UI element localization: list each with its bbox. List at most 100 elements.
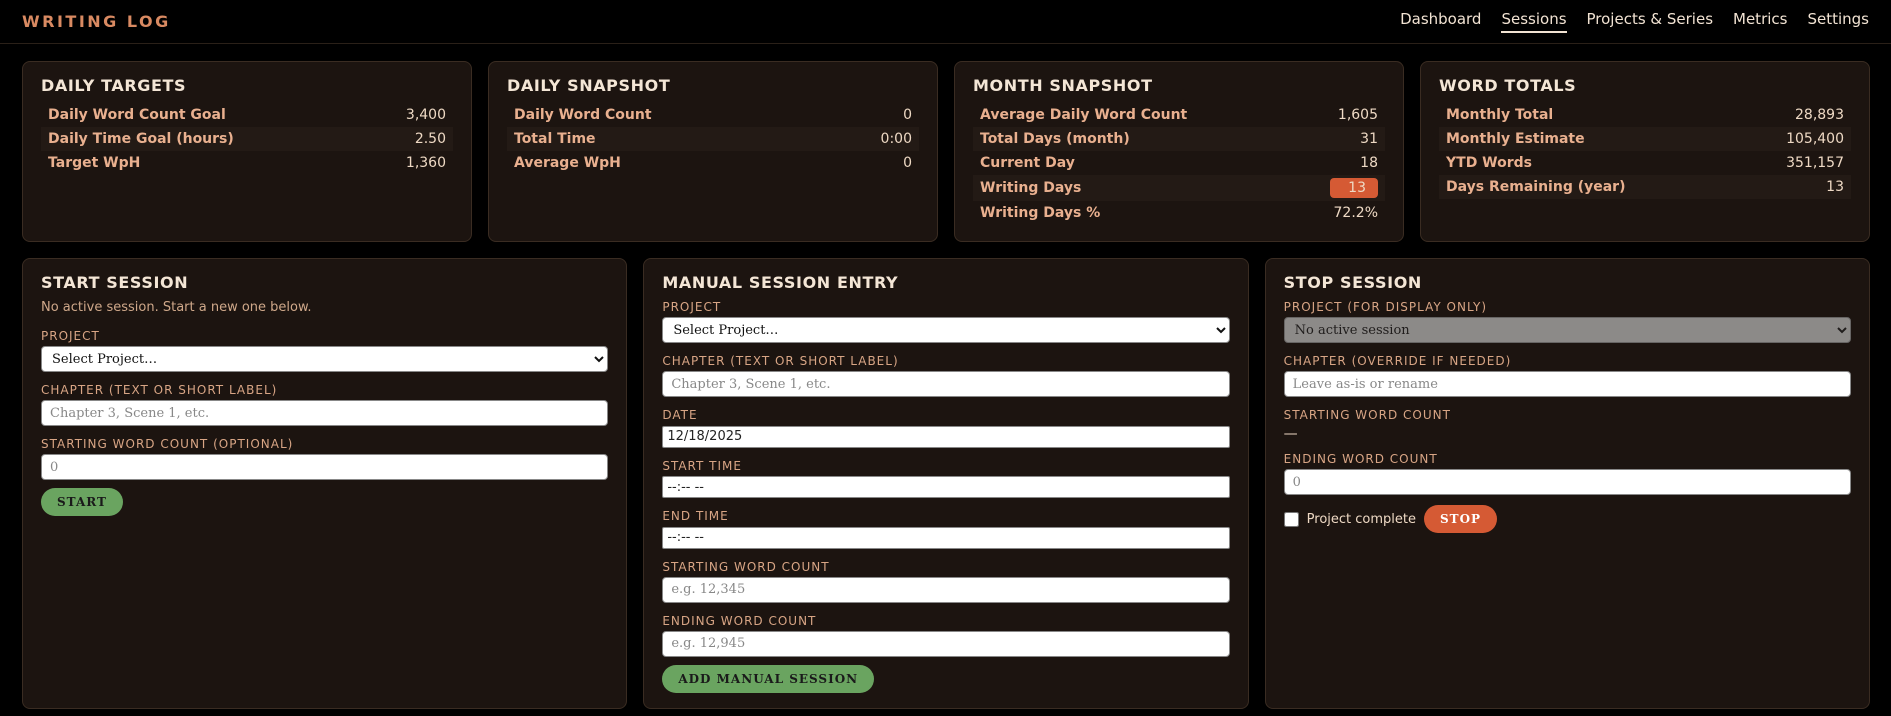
stat-label: Total Days (month) — [980, 131, 1130, 147]
month-snapshot-card: MONTH SNAPSHOT Average Daily Word Count 1… — [954, 61, 1404, 242]
stat-value: 0 — [903, 107, 912, 123]
project-display-label: PROJECT (FOR DISPLAY ONLY) — [1283, 300, 1488, 314]
stat-label: Monthly Total — [1446, 107, 1554, 123]
stat-value: 105,400 — [1786, 131, 1844, 147]
stat-row: Daily Time Goal (hours) 2.50 — [41, 127, 453, 151]
stats-list: Monthly Total 28,893 Monthly Estimate 105,… — [1439, 103, 1851, 199]
chapter-label: CHAPTER (TEXT OR SHORT LABEL) — [662, 354, 899, 368]
project-select[interactable]: Select Project… — [41, 346, 609, 372]
stat-row: Writing Days 13 — [973, 175, 1385, 201]
end-time-input[interactable] — [662, 526, 1230, 549]
stat-label: Current Day — [980, 155, 1075, 171]
stats-list: Daily Word Count Goal 3,400 Daily Time Go… — [41, 103, 453, 175]
starting-word-count-value: — — [1283, 426, 1298, 442]
manual-ending-word-count-input[interactable] — [662, 630, 1230, 657]
stats-list: Daily Word Count 0 Total Time 0:00 Average… — [507, 103, 919, 175]
stat-value: 18 — [1360, 155, 1378, 171]
start-session-card: START SESSION No active session. Start a… — [22, 258, 628, 709]
stat-row: Target WpH 1,360 — [41, 151, 453, 175]
stat-label: Daily Word Count — [514, 107, 652, 123]
stat-value: 351,157 — [1786, 155, 1844, 171]
stats-list: Average Daily Word Count 1,605 Total Days… — [973, 103, 1385, 225]
chapter-label: CHAPTER (TEXT OR SHORT LABEL) — [41, 383, 278, 397]
stat-value: 13 — [1826, 179, 1844, 195]
add-manual-session-button[interactable]: ADD MANUAL SESSION — [662, 664, 875, 693]
stat-row: Total Time 0:00 — [507, 127, 919, 151]
starting-word-count-label: STARTING WORD COUNT — [1283, 408, 1451, 422]
card-title: START SESSION — [41, 273, 189, 292]
project-complete-label: Project complete — [1306, 511, 1416, 527]
card-title: STOP SESSION — [1283, 273, 1422, 292]
stat-label: Writing Days — [980, 180, 1082, 196]
card-title: MANUAL SESSION ENTRY — [662, 273, 899, 292]
start-button[interactable]: START — [41, 488, 123, 516]
stat-row: Monthly Estimate 105,400 — [1439, 127, 1851, 151]
stat-row: Average WpH 0 — [507, 151, 919, 175]
stat-label: YTD Words — [1446, 155, 1533, 171]
start-time-label: START TIME — [662, 458, 742, 473]
sessions-row: START SESSION No active session. Start a… — [22, 258, 1870, 709]
stat-label: Total Time — [514, 131, 596, 147]
stat-label: Days Remaining (year) — [1446, 179, 1626, 195]
start-time-input[interactable] — [662, 476, 1230, 498]
date-input[interactable] — [662, 425, 1230, 448]
project-label: PROJECT — [662, 300, 722, 314]
stat-row: Average Daily Word Count 1,605 — [973, 103, 1385, 127]
stat-value: 3,400 — [405, 107, 446, 123]
daily-snapshot-card: DAILY SNAPSHOT Daily Word Count 0 Total T… — [488, 61, 938, 242]
manual-starting-word-count-input[interactable] — [662, 576, 1230, 603]
chapter-override-label: CHAPTER (OVERRIDE IF NEEDED) — [1283, 354, 1512, 368]
stats-row: DAILY TARGETS Daily Word Count Goal 3,400… — [22, 61, 1870, 242]
daily-targets-card: DAILY TARGETS Daily Word Count Goal 3,400… — [22, 61, 472, 242]
stat-row: Daily Word Count 0 — [507, 103, 919, 127]
manual-session-card: MANUAL SESSION ENTRY PROJECT Select Proj… — [643, 258, 1249, 709]
stat-label: Average WpH — [514, 155, 621, 171]
stop-session-card: STOP SESSION PROJECT (FOR DISPLAY ONLY) … — [1264, 258, 1870, 709]
stat-label: Monthly Estimate — [1446, 131, 1585, 147]
stat-label: Average Daily Word Count — [980, 107, 1188, 123]
stop-project-select: No active session — [1283, 317, 1851, 343]
chapter-input[interactable] — [41, 400, 609, 426]
project-complete-checkbox[interactable] — [1283, 511, 1299, 527]
stop-button[interactable]: STOP — [1424, 505, 1498, 533]
stat-row: Current Day 18 — [973, 151, 1385, 175]
end-time-label: END TIME — [662, 509, 729, 523]
starting-word-count-label: STARTING WORD COUNT (OPTIONAL) — [41, 437, 294, 451]
manual-chapter-input[interactable] — [662, 371, 1230, 397]
stat-value: 2.50 — [414, 131, 446, 147]
stat-value: 28,893 — [1795, 107, 1844, 123]
nav-projects-series[interactable]: Projects & Series — [1587, 10, 1714, 33]
project-complete-row: Project complete STOP — [1283, 505, 1851, 533]
nav-metrics[interactable]: Metrics — [1733, 10, 1787, 33]
nav-settings[interactable]: Settings — [1807, 10, 1869, 33]
ending-word-count-input[interactable] — [1283, 469, 1851, 495]
stat-value: 1,360 — [405, 155, 446, 171]
stat-value: 31 — [1360, 131, 1378, 147]
stat-row: Total Days (month) 31 — [973, 127, 1385, 151]
stat-row: Monthly Total 28,893 — [1439, 103, 1851, 127]
card-title: WORD TOTALS — [1439, 76, 1577, 95]
stat-row: Days Remaining (year) 13 — [1439, 175, 1851, 199]
stat-label: Daily Time Goal (hours) — [48, 131, 234, 147]
main-nav: Dashboard Sessions Projects & Series Met… — [1380, 10, 1869, 33]
card-title: MONTH SNAPSHOT — [973, 76, 1153, 95]
card-title: DAILY TARGETS — [41, 76, 187, 95]
stat-row: Writing Days % 72.2% — [973, 201, 1385, 225]
stat-label: Target WpH — [48, 155, 141, 171]
stat-row: YTD Words 351,157 — [1439, 151, 1851, 175]
word-totals-card: WORD TOTALS Monthly Total 28,893 Monthly … — [1420, 61, 1870, 242]
ending-word-count-label: ENDING WORD COUNT — [1283, 452, 1438, 466]
project-label: PROJECT — [41, 329, 100, 343]
stat-value: 0 — [903, 155, 912, 171]
stat-label: Daily Word Count Goal — [48, 107, 226, 123]
stat-row: Daily Word Count Goal 3,400 — [41, 103, 453, 127]
top-bar: WRITING LOG Dashboard Sessions Projects … — [0, 0, 1891, 44]
starting-word-count-input[interactable] — [41, 454, 609, 480]
starting-word-count-label: STARTING WORD COUNT — [662, 559, 830, 574]
manual-project-select[interactable]: Select Project… — [662, 317, 1230, 343]
nav-sessions[interactable]: Sessions — [1501, 10, 1567, 33]
stat-label: Writing Days % — [980, 205, 1101, 221]
nav-dashboard[interactable]: Dashboard — [1400, 10, 1481, 33]
stat-value: 0:00 — [880, 131, 912, 147]
chapter-override-input[interactable] — [1283, 371, 1851, 397]
